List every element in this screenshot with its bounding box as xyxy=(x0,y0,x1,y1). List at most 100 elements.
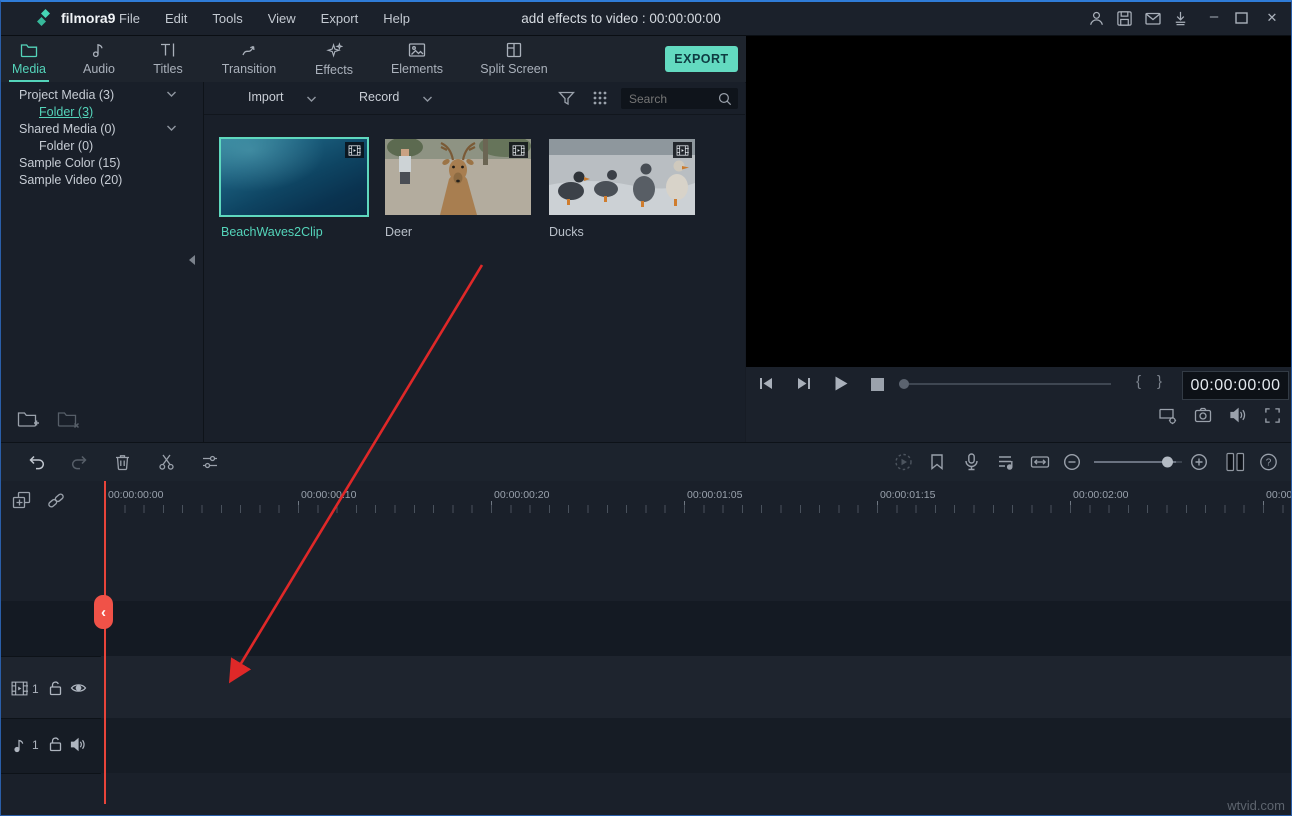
tab-media[interactable]: Media xyxy=(9,42,49,80)
export-button[interactable]: EXPORT xyxy=(665,46,738,72)
mail-icon[interactable] xyxy=(1144,10,1162,27)
sidebar-item-sample-color[interactable]: Sample Color (15) xyxy=(1,155,203,172)
preview-scrubber-track[interactable] xyxy=(899,383,1111,385)
lock-track-icon[interactable] xyxy=(48,736,63,752)
project-title: add effects to video : 00:00:00:00 xyxy=(431,2,811,35)
zoom-in-icon[interactable] xyxy=(1190,453,1208,471)
display-settings-icon[interactable] xyxy=(1158,407,1178,425)
folder-icon xyxy=(20,42,38,58)
play-button[interactable] xyxy=(833,375,849,392)
previous-frame-button[interactable] xyxy=(758,376,775,391)
menu-view[interactable]: View xyxy=(262,2,302,35)
fit-to-timeline-icon[interactable] xyxy=(1030,454,1050,471)
save-icon[interactable] xyxy=(1116,10,1133,27)
playhead-handle[interactable]: ‹ xyxy=(94,595,113,629)
next-frame-button[interactable] xyxy=(795,376,812,391)
manage-tracks-icon[interactable] xyxy=(12,491,31,509)
media-thumbnail[interactable] xyxy=(221,139,367,215)
chevron-down-icon[interactable] xyxy=(422,95,433,103)
record-dropdown[interactable]: Record xyxy=(359,90,399,104)
audio-mixer-icon[interactable] xyxy=(997,453,1015,471)
delete-folder-button[interactable] xyxy=(57,410,79,429)
ruler-minor-ticks[interactable] xyxy=(105,505,1292,513)
timeline-toolbar: ? xyxy=(1,442,1292,482)
auto-ripple-link-icon[interactable] xyxy=(46,492,66,509)
lock-track-icon[interactable] xyxy=(48,680,63,696)
chevron-down-icon[interactable] xyxy=(306,95,317,103)
download-icon[interactable] xyxy=(1172,10,1189,27)
redo-button[interactable] xyxy=(70,454,89,471)
collapse-sidebar-icon[interactable] xyxy=(189,255,195,265)
media-thumbnail[interactable] xyxy=(385,139,531,215)
undo-button[interactable] xyxy=(27,454,46,471)
marker-icon[interactable] xyxy=(929,453,945,471)
search-input[interactable] xyxy=(627,91,717,107)
add-folder-button[interactable] xyxy=(17,410,39,429)
filter-icon[interactable] xyxy=(558,90,575,106)
sidebar-item-sample-video[interactable]: Sample Video (20) xyxy=(1,172,203,189)
stop-button[interactable] xyxy=(871,378,884,391)
fullscreen-icon[interactable] xyxy=(1264,407,1281,424)
chevron-down-icon[interactable] xyxy=(166,124,177,132)
preview-scrubber-handle[interactable] xyxy=(899,379,909,389)
import-dropdown[interactable]: Import xyxy=(248,90,283,104)
timeline-upper-band[interactable] xyxy=(1,601,1292,656)
menu-export[interactable]: Export xyxy=(315,2,365,35)
ruler-label: 00:00:01:15 xyxy=(880,489,935,501)
menu-tools[interactable]: Tools xyxy=(206,2,248,35)
split-scissors-icon[interactable] xyxy=(158,453,175,471)
playhead-line[interactable] xyxy=(104,481,106,804)
ruler-label: 00:00 xyxy=(1266,489,1292,501)
sidebar-item-folder-3[interactable]: Folder (3) xyxy=(1,104,203,121)
audio-track-number: 1 xyxy=(32,738,39,752)
media-item-ducks[interactable]: Ducks xyxy=(549,139,697,239)
mark-in-icon[interactable]: { xyxy=(1136,373,1141,390)
render-preview-icon[interactable] xyxy=(894,453,913,472)
close-button[interactable]: ✕ xyxy=(1262,2,1282,33)
media-item-name: Ducks xyxy=(549,225,697,239)
audio-track-icon xyxy=(13,738,27,753)
minimize-button[interactable]: – xyxy=(1204,2,1224,32)
volume-icon[interactable] xyxy=(1229,407,1247,423)
tab-elements[interactable]: Elements xyxy=(379,42,455,80)
timeline-zoom-slider-remainder xyxy=(1176,461,1182,463)
snapshot-camera-icon[interactable] xyxy=(1194,407,1212,423)
ruler-label: 00:00:00:00 xyxy=(108,489,163,501)
search-box[interactable] xyxy=(621,88,738,109)
search-icon[interactable] xyxy=(718,92,732,106)
video-track-lane[interactable] xyxy=(1,656,1292,718)
sidebar-item-folder-0[interactable]: Folder (0) xyxy=(1,138,203,155)
tab-titles[interactable]: Titles xyxy=(143,42,193,80)
menu-file[interactable]: File xyxy=(113,2,146,35)
tracks-view-icon[interactable] xyxy=(1225,452,1246,472)
toggle-visibility-eye-icon[interactable] xyxy=(70,681,87,695)
audio-track-lane[interactable] xyxy=(1,718,1292,773)
sidebar-item-shared-media[interactable]: Shared Media (0) xyxy=(1,121,203,138)
video-clip-badge-icon xyxy=(345,142,364,158)
account-icon[interactable] xyxy=(1088,10,1105,27)
zoom-out-icon[interactable] xyxy=(1063,453,1081,471)
sidebar-item-project-media[interactable]: Project Media (3) xyxy=(1,87,203,104)
sidebar-item-label: Sample Color (15) xyxy=(19,156,120,170)
delete-icon[interactable] xyxy=(114,453,131,471)
tab-transition[interactable]: Transition xyxy=(211,42,287,80)
tab-split-screen[interactable]: Split Screen xyxy=(477,42,551,80)
maximize-button[interactable] xyxy=(1235,12,1248,24)
media-thumbnail[interactable] xyxy=(549,139,695,215)
tab-effects[interactable]: Effects xyxy=(305,42,363,80)
mute-track-speaker-icon[interactable] xyxy=(70,737,87,752)
help-icon[interactable]: ? xyxy=(1259,453,1278,472)
media-item-beachwaves[interactable]: BeachWaves2Clip xyxy=(221,139,369,239)
timeline-zoom-slider-handle[interactable] xyxy=(1162,457,1173,468)
chevron-down-icon[interactable] xyxy=(166,90,177,98)
mark-out-icon[interactable]: } xyxy=(1157,373,1162,390)
sidebar-item-label: Sample Video (20) xyxy=(19,173,122,187)
adjust-sliders-icon[interactable] xyxy=(201,454,219,470)
tab-audio[interactable]: Audio xyxy=(77,42,121,80)
grid-view-icon[interactable] xyxy=(592,90,608,106)
media-item-deer[interactable]: Deer xyxy=(385,139,533,239)
menu-help[interactable]: Help xyxy=(377,2,416,35)
timeline-area: 00:00:00:00 00:00:00:10 00:00:00:20 00:0… xyxy=(1,481,1292,816)
record-voiceover-icon[interactable] xyxy=(963,453,980,472)
menu-edit[interactable]: Edit xyxy=(159,2,193,35)
